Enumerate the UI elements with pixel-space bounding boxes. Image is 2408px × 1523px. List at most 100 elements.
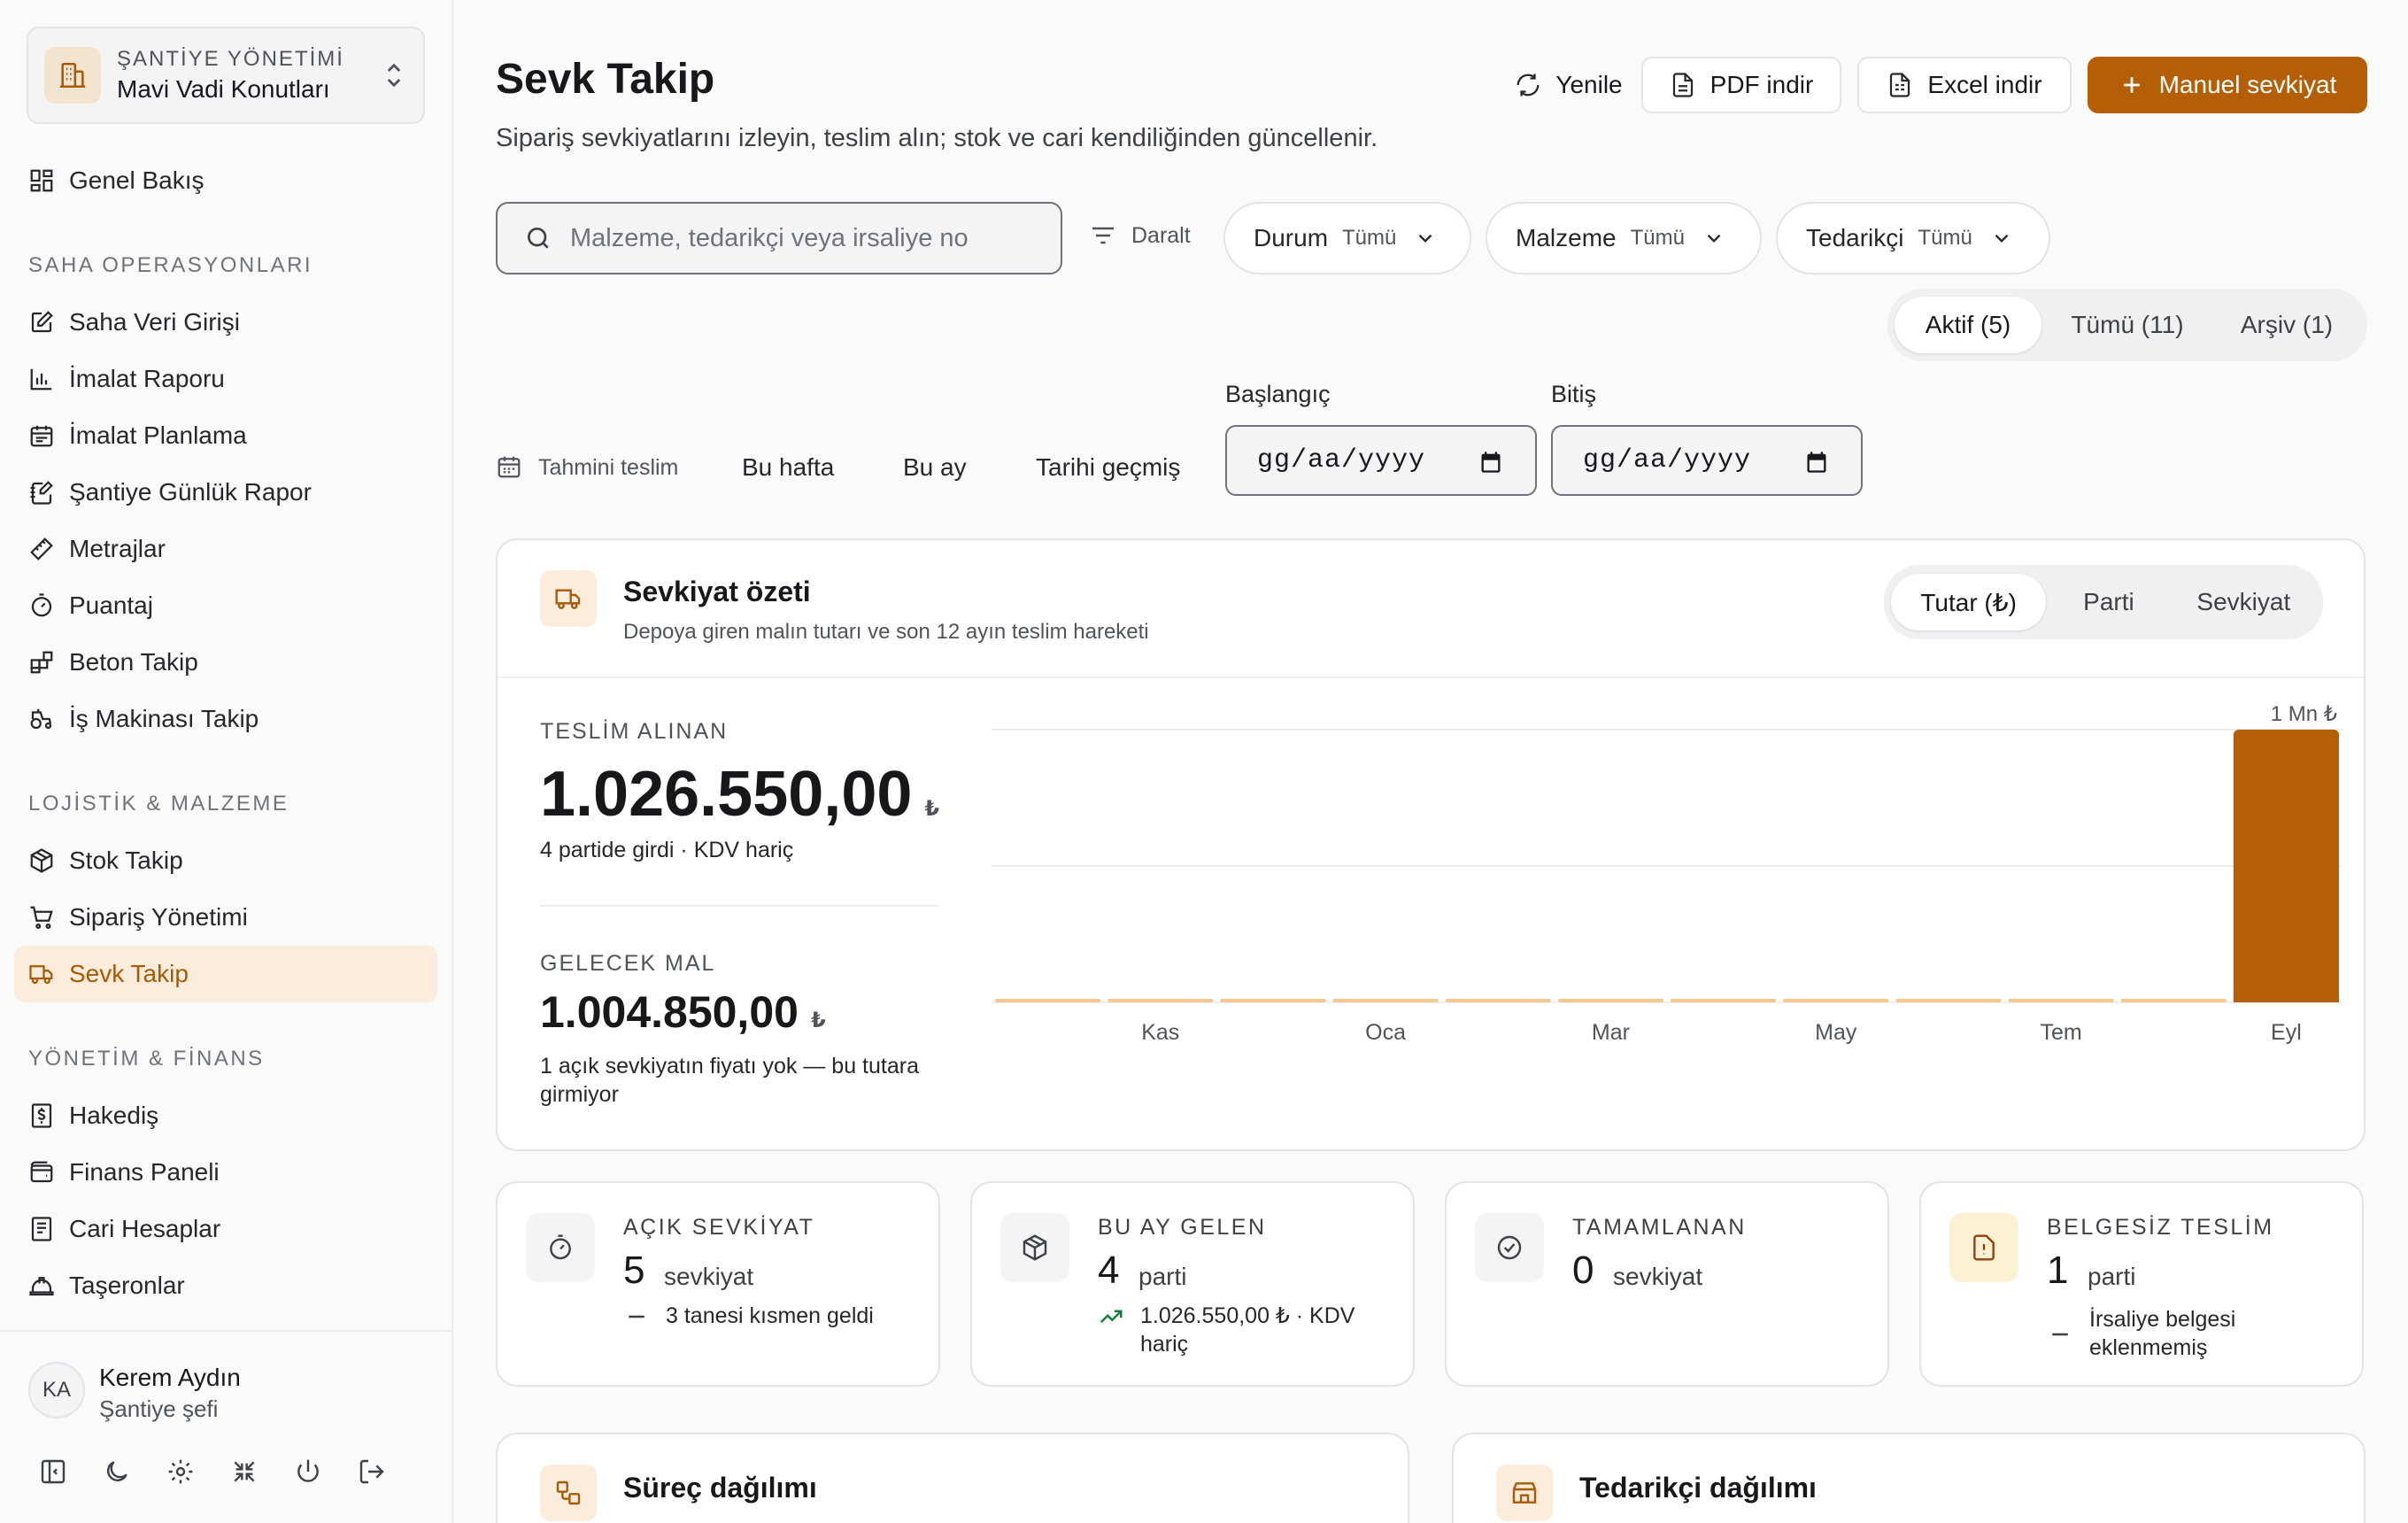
toggle-amount[interactable]: Tutar (₺) bbox=[1891, 574, 2047, 630]
chevron-down-icon bbox=[1995, 234, 2009, 243]
nav-subcontractors[interactable]: Taşeronlar bbox=[14, 1257, 437, 1314]
nav-quantities[interactable]: Metrajlar bbox=[14, 521, 437, 577]
avatar[interactable]: KA bbox=[28, 1362, 85, 1419]
theme-toggle-button[interactable] bbox=[103, 1454, 166, 1489]
nav-stock[interactable]: Stok Takip bbox=[14, 832, 437, 889]
stat-card-this-month: BU AY GELEN 4 parti 1.026.550,00 ₺ · KDV… bbox=[970, 1181, 1415, 1387]
stat-label: BELGESİZ TESLİM bbox=[2047, 1215, 2274, 1240]
manual-shipment-button[interactable]: Manuel sevkiyat bbox=[2088, 57, 2367, 113]
page-title: Sevk Takip bbox=[496, 56, 715, 103]
nav-timesheet[interactable]: Puantaj bbox=[14, 577, 437, 634]
process-distribution-card: Süreç dağılımı bbox=[496, 1433, 1409, 1523]
chart-bar bbox=[1895, 999, 2002, 1002]
process-distribution-title: Süreç dağılımı bbox=[623, 1472, 817, 1504]
narrow-button[interactable]: Daralt bbox=[1089, 221, 1191, 250]
trending-up-icon bbox=[1100, 1310, 1123, 1324]
stat-unit: parti bbox=[1138, 1263, 1187, 1290]
project-switcher[interactable]: ŞANTİYE YÖNETİMİ Mavi Vadi Konutları bbox=[27, 27, 425, 124]
narrow-label: Daralt bbox=[1131, 222, 1191, 248]
calendar-picker-icon[interactable] bbox=[1804, 450, 1829, 475]
date-chip-this-month[interactable]: Bu ay bbox=[903, 453, 967, 482]
start-date-input[interactable]: gg/aa/yyyy bbox=[1225, 425, 1537, 496]
x-tick-label: Kas bbox=[1141, 1020, 1179, 1045]
nav-label: Stok Takip bbox=[69, 847, 183, 874]
pdf-download-button[interactable]: PDF indir bbox=[1641, 57, 1841, 113]
power-button[interactable] bbox=[294, 1454, 358, 1489]
nav-production-planning[interactable]: İmalat Planlama bbox=[14, 407, 437, 464]
nav-field-data[interactable]: Saha Veri Girişi bbox=[14, 294, 437, 351]
search-input[interactable] bbox=[570, 223, 1048, 253]
search-box[interactable] bbox=[496, 202, 1062, 274]
shrink-icon bbox=[234, 1461, 255, 1482]
stat-note-text: 3 tanesi kısmen geldi bbox=[666, 1303, 874, 1328]
nav-production-report[interactable]: İmalat Raporu bbox=[14, 351, 437, 407]
edit-icon bbox=[31, 311, 53, 333]
nav-machinery[interactable]: İş Makinası Takip bbox=[14, 691, 437, 747]
wallet-icon bbox=[30, 1161, 53, 1183]
nav-label: Sevk Takip bbox=[69, 960, 189, 987]
toggle-batch[interactable]: Parti bbox=[2046, 574, 2171, 630]
end-date-input[interactable]: gg/aa/yyyy bbox=[1551, 425, 1863, 496]
settings-button[interactable] bbox=[166, 1454, 230, 1489]
nav-progress-payment[interactable]: Hakediş bbox=[14, 1087, 437, 1144]
collapse-sidebar-button[interactable] bbox=[39, 1454, 103, 1489]
supplier-distribution-title: Tedarikçi dağılımı bbox=[1579, 1472, 1817, 1504]
tab-archive[interactable]: Arşiv (1) bbox=[2213, 297, 2360, 353]
nav-accounts[interactable]: Cari Hesaplar bbox=[14, 1201, 437, 1257]
status-filter-value: Tümü bbox=[1342, 226, 1397, 250]
project-name: Mavi Vadi Konutları bbox=[117, 75, 330, 103]
nav-overview[interactable]: Genel Bakış bbox=[14, 152, 437, 209]
calendar-picker-icon[interactable] bbox=[1478, 450, 1503, 475]
refresh-button[interactable]: Yenile bbox=[1480, 57, 1657, 113]
date-chip-overdue[interactable]: Tarihi geçmiş bbox=[1036, 453, 1180, 482]
stat-value: 4 bbox=[1098, 1249, 1120, 1292]
truck-icon bbox=[29, 965, 53, 985]
nav-orders[interactable]: Sipariş Yönetimi bbox=[14, 889, 437, 946]
supplier-filter-label: Tedarikçi bbox=[1806, 224, 1904, 251]
bar-chart-icon bbox=[30, 368, 52, 390]
nav-finance-panel[interactable]: Finans Paneli bbox=[14, 1144, 437, 1201]
chart-bar bbox=[1220, 999, 1326, 1002]
received-value: 1.026.550,00 ₺ bbox=[540, 758, 939, 831]
date-chip-this-week[interactable]: Bu hafta bbox=[742, 453, 834, 482]
nav-concrete[interactable]: Beton Takip bbox=[14, 634, 437, 691]
hard-hat-icon bbox=[29, 1277, 54, 1296]
material-filter[interactable]: Malzeme Tümü bbox=[1486, 202, 1762, 274]
x-tick-label: Mar bbox=[1592, 1020, 1630, 1045]
logout-button[interactable] bbox=[358, 1454, 421, 1489]
material-filter-value: Tümü bbox=[1630, 226, 1685, 250]
section-logistics: LOJİSTİK & MALZEME bbox=[28, 792, 289, 816]
user-role: Şantiye şefi bbox=[99, 1395, 219, 1422]
stat-unit: sevkiyat bbox=[664, 1263, 754, 1290]
page-subtitle: Sipariş sevkiyatlarını izleyin, teslim a… bbox=[496, 124, 1378, 152]
timer-icon bbox=[550, 1234, 571, 1260]
utility-toolbar bbox=[39, 1454, 421, 1489]
stat-label: BU AY GELEN bbox=[1098, 1215, 1267, 1240]
file-icon bbox=[1672, 73, 1693, 97]
ledger-icon bbox=[31, 1217, 52, 1241]
chart-bar bbox=[1445, 999, 1551, 1002]
nav-shipment-tracking[interactable]: Sevk Takip bbox=[14, 946, 437, 1002]
stat-value: 0 bbox=[1572, 1249, 1594, 1292]
tab-all[interactable]: Tümü (11) bbox=[2041, 297, 2213, 353]
nav-daily-report[interactable]: Şantiye Günlük Rapor bbox=[14, 464, 437, 521]
stat-note: İrsaliye belgesi eklenmemiş bbox=[2047, 1305, 2312, 1362]
toggle-shipment[interactable]: Sevkiyat bbox=[2172, 574, 2316, 630]
package-icon bbox=[1023, 1234, 1047, 1261]
fullscreen-button[interactable] bbox=[230, 1454, 294, 1489]
stat-card-open: AÇIK SEVKİYAT 5 sevkiyat 3 tanesi kısmen… bbox=[496, 1181, 940, 1387]
filter-lines-icon bbox=[1092, 227, 1114, 244]
user-name: Kerem Aydın bbox=[99, 1364, 241, 1391]
status-filter[interactable]: Durum Tümü bbox=[1223, 202, 1471, 274]
chart-bar bbox=[2233, 730, 2339, 1002]
chart-bar bbox=[1783, 999, 1889, 1002]
nav-label: Metrajlar bbox=[69, 535, 166, 562]
excel-download-button[interactable]: Excel indir bbox=[1857, 57, 2072, 113]
package-icon bbox=[30, 848, 53, 873]
supplier-filter[interactable]: Tedarikçi Tümü bbox=[1776, 202, 2050, 274]
tab-active[interactable]: Aktif (5) bbox=[1895, 297, 2041, 353]
stat-label: AÇIK SEVKİYAT bbox=[623, 1215, 815, 1240]
nav-label: Sipariş Yönetimi bbox=[69, 903, 248, 931]
nav-label: Taşeronlar bbox=[69, 1272, 185, 1299]
x-tick-label: Tem bbox=[2040, 1020, 2081, 1045]
